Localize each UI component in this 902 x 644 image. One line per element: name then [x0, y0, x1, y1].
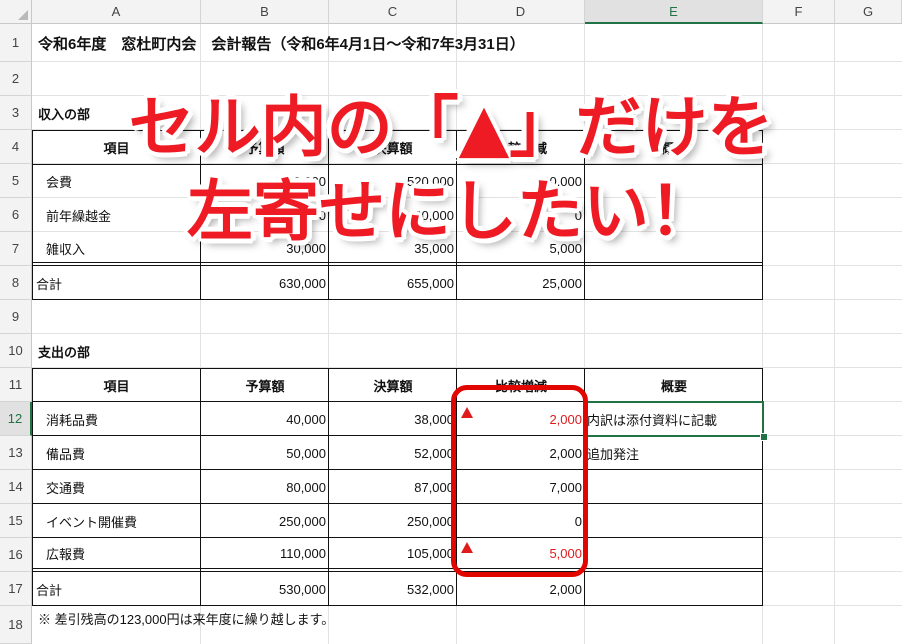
expense-total-label[interactable]: 合計 — [36, 572, 201, 606]
expense-budget[interactable]: 110,000 — [201, 538, 329, 569]
row-header-18[interactable]: 18 — [0, 606, 32, 644]
row-header-17[interactable]: 17 — [0, 572, 32, 606]
overlay-caption-line2: 左寄せにしたい！ — [187, 173, 715, 250]
row-header-1[interactable]: 1 — [0, 24, 32, 62]
row-header-14[interactable]: 14 — [0, 470, 32, 504]
column-header-f[interactable]: F — [763, 0, 835, 24]
expense-actual[interactable]: 38,000 — [329, 402, 457, 436]
expense-header-actual[interactable]: 決算額 — [329, 368, 457, 402]
row-header-15[interactable]: 15 — [0, 504, 32, 538]
row-header-9[interactable]: 9 — [0, 300, 32, 334]
row-header-8[interactable]: 8 — [0, 266, 32, 300]
column-header-g[interactable]: G — [835, 0, 902, 24]
row-header-12[interactable]: 12 — [0, 402, 32, 436]
expense-actual[interactable]: 52,000 — [329, 436, 457, 470]
column-header-d[interactable]: D — [457, 0, 585, 24]
column-header-a[interactable]: A — [32, 0, 201, 24]
row-header-16[interactable]: 16 — [0, 538, 32, 572]
expense-total-budget[interactable]: 530,000 — [201, 572, 329, 606]
expense-item[interactable]: 備品費 — [32, 436, 201, 470]
expense-total-actual[interactable]: 532,000 — [329, 572, 457, 606]
income-total-diff[interactable]: 25,000 — [457, 266, 585, 300]
expense-item[interactable]: 広報費 — [32, 538, 201, 569]
active-cell-e12[interactable] — [584, 401, 764, 437]
row-header-10[interactable]: 10 — [0, 334, 32, 368]
expense-budget[interactable]: 40,000 — [201, 402, 329, 436]
expense-section-label[interactable]: 支出の部 — [38, 334, 90, 368]
expense-header-budget[interactable]: 予算額 — [201, 368, 329, 402]
expense-note[interactable]: 追加発注 — [587, 436, 639, 470]
highlight-frame — [451, 385, 588, 577]
income-total-budget[interactable]: 630,000 — [201, 266, 329, 300]
expense-budget[interactable]: 50,000 — [201, 436, 329, 470]
income-total-label[interactable]: 合計 — [36, 266, 201, 300]
column-header-b[interactable]: B — [201, 0, 329, 24]
expense-header-item[interactable]: 項目 — [32, 368, 201, 402]
expense-budget[interactable]: 80,000 — [201, 470, 329, 504]
column-header-c[interactable]: C — [329, 0, 457, 24]
select-all-corner[interactable] — [0, 0, 32, 24]
expense-item[interactable]: イベント開催費 — [32, 504, 201, 538]
expense-budget[interactable]: 250,000 — [201, 504, 329, 538]
report-title[interactable]: 令和6年度 窓杜町内会 会計報告（令和6年4月1日～令和7年3月31日） — [38, 24, 525, 62]
expense-item[interactable]: 交通費 — [32, 470, 201, 504]
row-header-13[interactable]: 13 — [0, 436, 32, 470]
footnote[interactable]: ※ 差引残高の123,000円は来年度に繰り越します。 — [38, 606, 334, 630]
expense-total-diff[interactable]: 2,000 — [457, 572, 585, 606]
expense-actual[interactable]: 250,000 — [329, 504, 457, 538]
expense-header-note[interactable]: 概要 — [585, 368, 763, 402]
fill-handle[interactable] — [760, 433, 768, 441]
expense-actual[interactable]: 105,000 — [329, 538, 457, 569]
expense-actual[interactable]: 87,000 — [329, 470, 457, 504]
column-header-e[interactable]: E — [585, 0, 763, 24]
row-header-11[interactable]: 11 — [0, 368, 32, 402]
income-total-actual[interactable]: 655,000 — [329, 266, 457, 300]
overlay-caption-line1: セル内の「▲」だけを — [128, 89, 774, 166]
expense-item[interactable]: 消耗品費 — [32, 402, 201, 436]
